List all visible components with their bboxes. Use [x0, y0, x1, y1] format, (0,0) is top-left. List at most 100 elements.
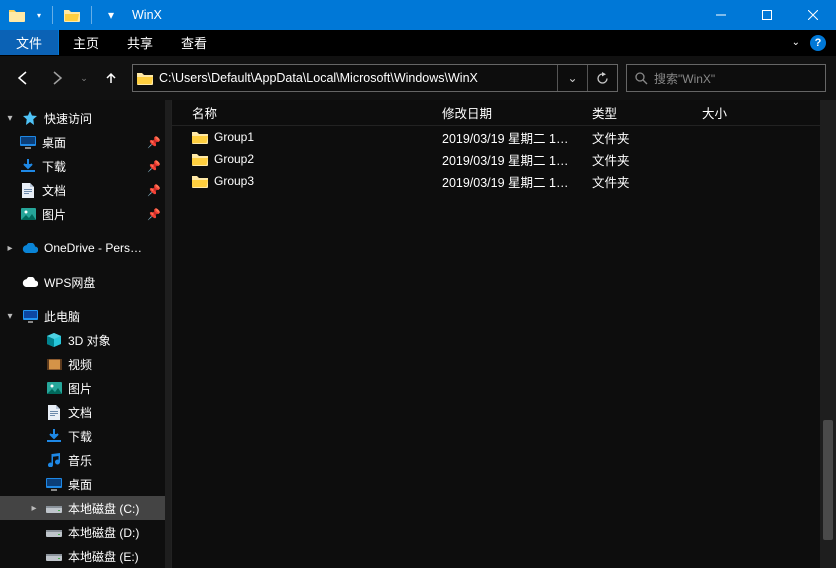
folder-icon: [192, 153, 208, 166]
tree-label: 本地磁盘 (D:): [68, 524, 139, 541]
tree-label: 桌面: [68, 476, 92, 493]
column-type[interactable]: 类型: [592, 103, 702, 122]
file-type: 文件夹: [592, 128, 702, 147]
nav-history-dropdown[interactable]: ⌄: [78, 65, 90, 91]
tree-pc-item[interactable]: 图片: [0, 376, 171, 400]
nav-up-button[interactable]: [98, 65, 124, 91]
column-name[interactable]: 名称: [192, 103, 442, 122]
nav-back-button[interactable]: [10, 65, 36, 91]
tree-label: 文档: [68, 404, 92, 421]
minimize-button[interactable]: [698, 0, 744, 30]
tree-drive-item[interactable]: 本地磁盘 (E:): [0, 544, 171, 568]
search-icon: [635, 72, 648, 85]
tree-pc-item[interactable]: 桌面: [0, 472, 171, 496]
tree-label: 此电脑: [44, 308, 80, 325]
column-date[interactable]: 修改日期: [442, 103, 592, 122]
file-type: 文件夹: [592, 172, 702, 191]
cloud-icon: [22, 274, 38, 290]
pin-icon: 📌: [147, 184, 161, 197]
title-bar: ▾ ▾ WinX: [0, 0, 836, 30]
tree-quick-item[interactable]: 桌面📌: [0, 130, 171, 154]
cloud-icon: [22, 240, 38, 256]
chevron-down-icon[interactable]: ▾: [4, 311, 16, 322]
folder-icon: [192, 175, 208, 188]
ribbon-tab-view[interactable]: 查看: [167, 30, 221, 55]
chevron-right-icon[interactable]: ▸: [28, 503, 40, 514]
tree-pc-item[interactable]: 3D 对象: [0, 328, 171, 352]
close-button[interactable]: [790, 0, 836, 30]
file-name: Group3: [214, 174, 254, 188]
tree-pc-item[interactable]: 文档: [0, 400, 171, 424]
tree-this-pc[interactable]: ▾ 此电脑: [0, 304, 171, 328]
tree-label: 下载: [68, 428, 92, 445]
file-list: 名称 修改日期 类型 大小 Group12019/03/19 星期二 1…文件夹…: [172, 100, 836, 568]
search-placeholder: 搜索"WinX": [654, 70, 715, 87]
nav-forward-button[interactable]: [44, 65, 70, 91]
chevron-down-icon[interactable]: ▾: [4, 113, 16, 124]
column-headers[interactable]: 名称 修改日期 类型 大小: [172, 100, 836, 126]
document-icon: [46, 404, 62, 420]
ribbon-tab-share[interactable]: 共享: [113, 30, 167, 55]
file-row[interactable]: Group1 2019/03/19 星期二 1…文件夹: [172, 126, 836, 148]
vertical-scrollbar[interactable]: [820, 100, 836, 568]
tree-label: 桌面: [42, 134, 66, 151]
file-row[interactable]: Group3 2019/03/19 星期二 1…文件夹: [172, 170, 836, 192]
tree-label: 本地磁盘 (E:): [68, 548, 139, 565]
tree-pc-item[interactable]: 视频: [0, 352, 171, 376]
3d-icon: [46, 332, 62, 348]
ribbon-tab-home[interactable]: 主页: [59, 30, 113, 55]
address-dropdown-button[interactable]: ⌄: [557, 65, 587, 91]
folder-icon[interactable]: [6, 4, 28, 26]
tree-drive-item[interactable]: 本地磁盘 (D:): [0, 520, 171, 544]
pin-icon: 📌: [147, 160, 161, 173]
search-box[interactable]: 搜索"WinX": [626, 64, 826, 92]
tree-label: 视频: [68, 356, 92, 373]
tree-wps[interactable]: WPS网盘: [0, 270, 171, 294]
tree-pc-item[interactable]: 音乐: [0, 448, 171, 472]
address-bar[interactable]: ⌄: [132, 64, 618, 92]
chevron-right-icon[interactable]: ▸: [4, 243, 16, 254]
pictures-icon: [46, 380, 62, 396]
window-title: WinX: [122, 8, 162, 22]
file-date: 2019/03/19 星期二 1…: [442, 172, 592, 191]
qat-overflow-icon[interactable]: ▾: [100, 4, 122, 26]
pictures-icon: [20, 206, 36, 222]
tree-quick-item[interactable]: 图片📌: [0, 202, 171, 226]
tree-quick-item[interactable]: 文档📌: [0, 178, 171, 202]
tree-quick-access[interactable]: ▾ 快速访问: [0, 106, 171, 130]
tree-drive-item[interactable]: ▸本地磁盘 (C:): [0, 496, 171, 520]
download-icon: [20, 158, 36, 174]
ribbon-collapse-icon[interactable]: ⌄: [792, 37, 800, 48]
desktop-icon: [46, 476, 62, 492]
qat-dropdown-icon[interactable]: ▾: [34, 4, 44, 26]
tree-pc-item[interactable]: 下载: [0, 424, 171, 448]
tree-quick-item[interactable]: 下载 📌: [0, 154, 171, 178]
drive-icon: [46, 548, 62, 564]
file-name: Group1: [214, 130, 254, 144]
ribbon-tabs: 文件 主页 共享 查看 ⌄ ?: [0, 30, 836, 56]
document-icon: [20, 182, 36, 198]
quick-access-toolbar: ▾ ▾: [0, 4, 122, 26]
tree-label: 下载: [42, 158, 66, 175]
file-date: 2019/03/19 星期二 1…: [442, 128, 592, 147]
tree-label: 快速访问: [44, 110, 92, 127]
file-type: 文件夹: [592, 150, 702, 169]
help-icon[interactable]: ?: [810, 35, 826, 51]
refresh-button[interactable]: [587, 65, 617, 91]
window-controls: [698, 0, 836, 30]
column-size[interactable]: 大小: [702, 103, 782, 122]
scrollbar-thumb[interactable]: [823, 420, 833, 540]
file-name: Group2: [214, 152, 254, 166]
navigation-bar: ⌄ ⌄ 搜索"WinX": [0, 56, 836, 100]
folder-icon: [192, 131, 208, 144]
maximize-button[interactable]: [744, 0, 790, 30]
ribbon-file-tab[interactable]: 文件: [0, 30, 59, 55]
navigation-tree[interactable]: ▾ 快速访问 桌面📌下载📌文档📌图片📌 ▸ OneDrive - Pers… W…: [0, 100, 172, 568]
tree-onedrive[interactable]: ▸ OneDrive - Pers…: [0, 236, 171, 260]
qat-open-folder-icon[interactable]: [61, 4, 83, 26]
tree-label: WPS网盘: [44, 274, 95, 291]
file-row[interactable]: Group22019/03/19 星期二 1…文件夹: [172, 148, 836, 170]
tree-label: 音乐: [68, 452, 92, 469]
address-input[interactable]: [157, 71, 557, 85]
tree-label: 3D 对象: [68, 332, 111, 349]
